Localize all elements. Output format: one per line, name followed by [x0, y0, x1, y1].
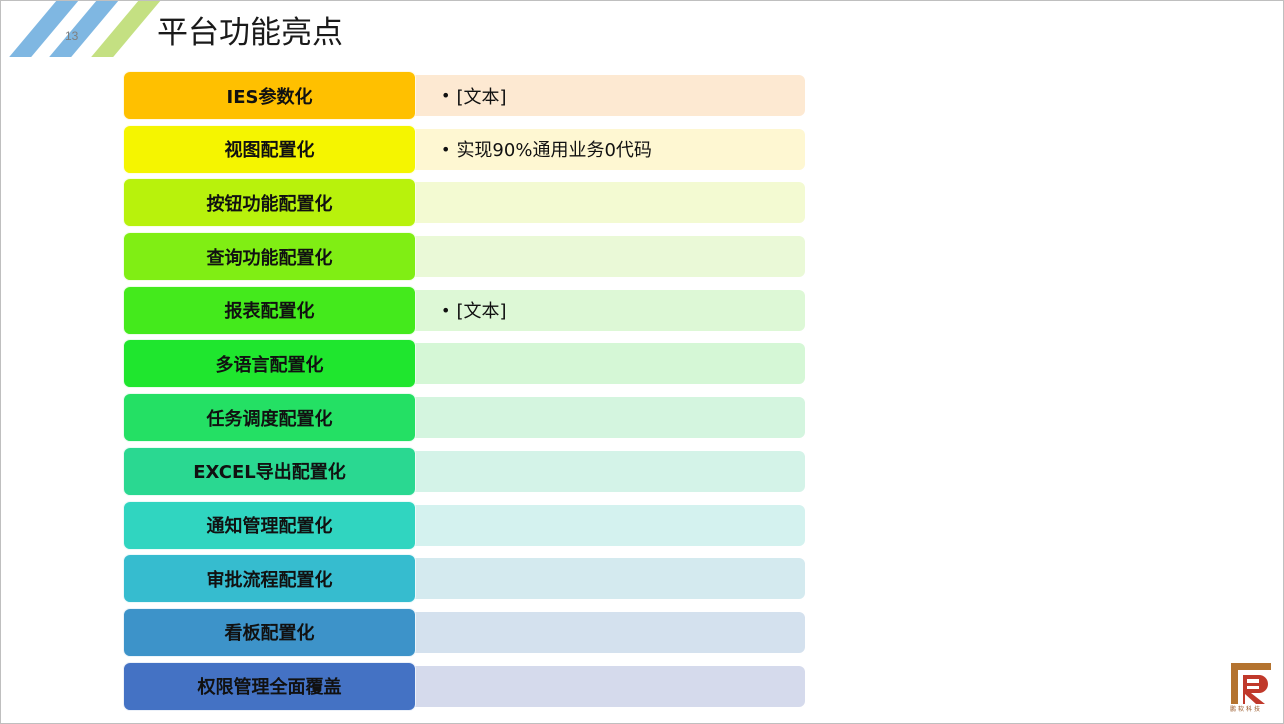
feature-description [409, 504, 805, 546]
corner-stripes-decoration [1, 1, 161, 57]
feature-label: 视图配置化 [123, 124, 416, 174]
feature-label: 审批流程配置化 [123, 554, 416, 604]
feature-description [409, 558, 805, 600]
feature-description-text: 实现90%通用业务0代码 [456, 140, 652, 162]
feature-list: IES参数化 • [文本] 视图配置化 • 实现90%通用业务0代码 按钮功能配置化 查询功能… [123, 71, 807, 715]
feature-row: 视图配置化 • 实现90%通用业务0代码 [123, 124, 807, 174]
feature-row: EXCEL导出配置化 [123, 446, 807, 496]
feature-description [409, 611, 805, 653]
feature-row: 查询功能配置化 [123, 232, 807, 282]
feature-description [409, 450, 805, 492]
feature-label: 权限管理全面覆盖 [123, 661, 416, 711]
feature-description: • [文本] [409, 289, 805, 331]
feature-label: 看板配置化 [123, 607, 416, 657]
feature-label: 任务调度配置化 [123, 393, 416, 443]
feature-row: 权限管理全面覆盖 [123, 661, 807, 711]
logo-caption: 鹏软科技 [1230, 706, 1263, 713]
feature-label: 多语言配置化 [123, 339, 416, 389]
feature-description [409, 397, 805, 439]
feature-description: • [文本] [409, 75, 805, 116]
slide: 13 平台功能亮点 IES参数化 • [文本] 视图配置化 • 实现90%通用业务0代码按… [0, 0, 1284, 724]
feature-row: IES参数化 • [文本] [123, 71, 807, 120]
feature-label: IES参数化 [123, 71, 416, 120]
feature-row: 通知管理配置化 [123, 500, 807, 550]
bullet-icon: • [441, 86, 451, 105]
feature-row: 审批流程配置化 [123, 554, 807, 604]
feature-label: EXCEL导出配置化 [123, 446, 416, 496]
feature-label: 查询功能配置化 [123, 232, 416, 282]
feature-label: 通知管理配置化 [123, 500, 416, 550]
feature-label: 报表配置化 [123, 285, 416, 335]
feature-description-text: [文本] [456, 301, 507, 323]
feature-description: • 实现90%通用业务0代码 [409, 128, 805, 170]
feature-row: 看板配置化 [123, 607, 807, 657]
feature-description-text: [文本] [456, 86, 507, 108]
feature-row: 报表配置化 • [文本] [123, 285, 807, 335]
feature-label: 按钮功能配置化 [123, 178, 416, 228]
feature-row: 按钮功能配置化 [123, 178, 807, 228]
slide-title: 平台功能亮点 [157, 15, 343, 51]
feature-row: 任务调度配置化 [123, 393, 807, 443]
feature-description [409, 665, 805, 707]
feature-row: 多语言配置化 [123, 339, 807, 389]
feature-description [409, 182, 805, 224]
page-number: 13 [65, 29, 79, 43]
feature-description [409, 236, 805, 278]
bullet-icon: • [441, 300, 451, 320]
feature-description [409, 343, 805, 385]
bullet-icon: • [441, 139, 451, 159]
